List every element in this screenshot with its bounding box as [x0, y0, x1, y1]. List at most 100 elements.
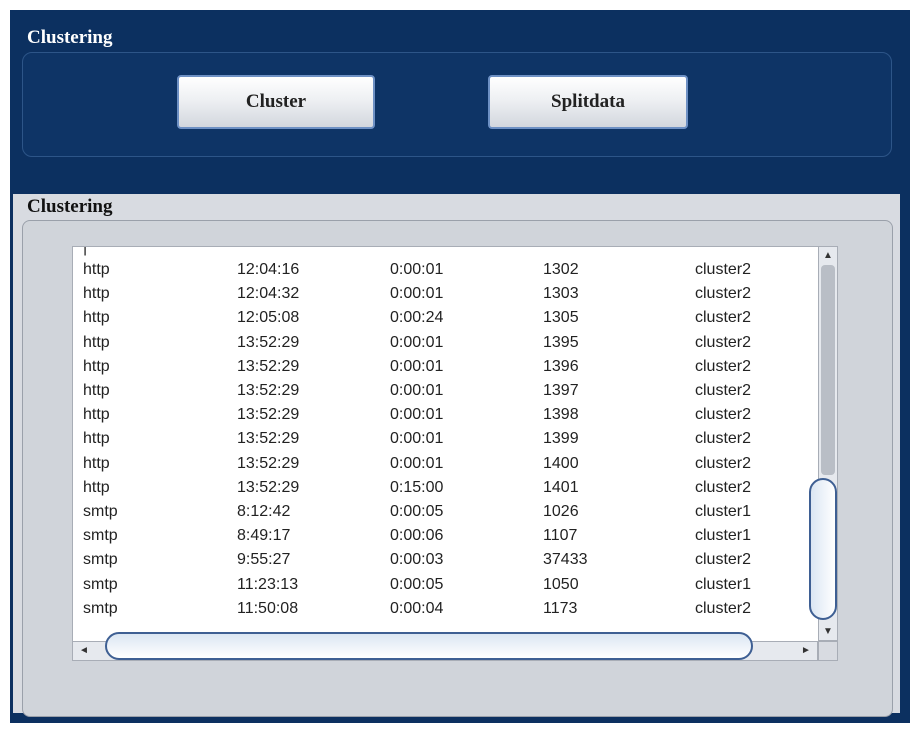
clustering-controls-panel: [22, 52, 892, 157]
cell-id: 1173: [543, 599, 578, 617]
vertical-scroll-thumb[interactable]: [809, 478, 837, 620]
table-row[interactable]: smtp 8:49:17 0:00:06 1107 cluster1: [73, 525, 819, 547]
cell-protocol: http: [83, 478, 110, 496]
cell-time: 13:52:29: [237, 478, 300, 496]
cell-duration: 0:00:04: [390, 599, 444, 617]
cell-duration: 0:00:01: [390, 333, 444, 351]
cell-id: 37433: [543, 551, 588, 569]
cell-protocol: http: [83, 382, 110, 399]
table-row[interactable]: http 13:52:29 0:00:01 1396 cluster2: [73, 356, 819, 378]
vertical-scroll-track[interactable]: [821, 265, 835, 475]
partially-hidden-row: |: [83, 246, 88, 256]
cell-id: 1026: [543, 503, 579, 520]
table-row[interactable]: http 13:52:29 0:00:01 1398 cluster2: [73, 404, 819, 426]
cell-protocol: http: [83, 285, 110, 303]
cell-protocol: http: [83, 430, 110, 448]
table-row[interactable]: smtp 9:55:27 0:00:03 37433 cluster2: [73, 549, 819, 571]
scroll-down-icon[interactable]: ▼: [823, 627, 833, 637]
cell-time: 13:52:29: [237, 382, 300, 399]
table-row[interactable]: http 12:04:32 0:00:01 1303 cluster2: [73, 283, 819, 305]
results-list[interactable]: | http 12:04:16 0:00:01 1302 cluster2 http 12:…: [72, 246, 820, 643]
vertical-scrollbar[interactable]: ▲ ▼: [809, 246, 838, 641]
scroll-right-icon[interactable]: ►: [801, 646, 811, 656]
cell-time: 13:52:29: [237, 357, 300, 375]
cell-time: 12:04:32: [237, 285, 300, 303]
horizontal-scroll-thumb[interactable]: [105, 632, 753, 660]
table-row[interactable]: http 12:04:16 0:00:01 1302 cluster2: [73, 259, 819, 281]
cell-cluster: cluster2: [695, 333, 752, 351]
cell-duration: 0:00:05: [390, 503, 444, 520]
cell-id: 1398: [543, 406, 579, 424]
cell-cluster: cluster2: [695, 599, 752, 617]
cell-protocol: smtp: [83, 551, 118, 569]
cell-cluster: cluster2: [695, 309, 752, 327]
cell-id: 1303: [543, 285, 579, 303]
cluster-button[interactable]: Cluster: [177, 75, 375, 129]
scrollbar-corner: [818, 641, 838, 661]
cell-id: 1107: [543, 527, 578, 545]
cell-duration: 0:00:01: [390, 430, 444, 448]
table-row[interactable]: smtp 8:12:42 0:00:05 1026 cluster1: [73, 501, 819, 523]
cell-duration: 0:00:01: [390, 406, 444, 424]
cell-cluster: cluster2: [695, 382, 752, 399]
cell-id: 1399: [543, 430, 579, 448]
table-row[interactable]: smtp 11:50:08 0:00:04 1173 cluster2: [73, 598, 819, 620]
cell-protocol: smtp: [83, 599, 118, 617]
cell-duration: 0:00:01: [390, 382, 444, 399]
cell-duration: 0:00:24: [390, 309, 444, 327]
cell-time: 8:12:42: [237, 503, 291, 520]
horizontal-scrollbar[interactable]: ◄ ►: [72, 632, 818, 661]
cell-cluster: cluster2: [695, 357, 752, 375]
splitdata-button[interactable]: Splitdata: [488, 75, 688, 129]
cell-time: 8:49:17: [237, 527, 291, 545]
cell-time: 13:52:29: [237, 406, 300, 424]
cell-protocol: http: [83, 333, 110, 351]
cell-duration: 0:00:03: [390, 551, 444, 569]
table-row[interactable]: http 13:52:29 0:00:01 1395 cluster2: [73, 332, 819, 354]
cell-time: 13:52:29: [237, 333, 300, 351]
cell-cluster: cluster2: [695, 430, 752, 448]
cell-duration: 0:00:01: [390, 357, 444, 375]
cell-time: 11:50:08: [237, 599, 299, 617]
cell-cluster: cluster2: [695, 261, 752, 278]
cell-id: 1400: [543, 454, 579, 472]
cell-time: 12:05:08: [237, 309, 300, 327]
cell-cluster: cluster2: [695, 551, 752, 569]
cell-time: 12:04:16: [237, 261, 300, 278]
scroll-up-icon[interactable]: ▲: [823, 251, 833, 261]
cell-protocol: http: [83, 454, 110, 472]
cell-time: 13:52:29: [237, 454, 300, 472]
cell-duration: 0:00:01: [390, 285, 444, 303]
cell-time: 13:52:29: [237, 430, 300, 448]
results-section-title: Clustering: [27, 196, 113, 217]
cell-cluster: cluster1: [695, 527, 752, 545]
cell-protocol: http: [83, 309, 110, 327]
cell-duration: 0:00:01: [390, 261, 444, 278]
cell-time: 9:55:27: [237, 551, 291, 569]
table-row[interactable]: http 13:52:29 0:00:01 1397 cluster2: [73, 380, 819, 402]
table-row[interactable]: http 13:52:29 0:00:01 1399 cluster2: [73, 428, 819, 450]
table-row[interactable]: http 13:52:29 0:00:01 1400 cluster2: [73, 453, 819, 475]
cell-id: 1305: [543, 309, 579, 327]
cell-cluster: cluster2: [695, 454, 752, 472]
cell-cluster: cluster2: [695, 406, 752, 424]
cell-cluster: cluster1: [695, 575, 752, 593]
cell-duration: 0:00:06: [390, 527, 444, 545]
cell-protocol: smtp: [83, 503, 118, 520]
cell-cluster: cluster1: [695, 503, 752, 520]
scroll-left-icon[interactable]: ◄: [79, 646, 89, 656]
table-row[interactable]: http 12:05:08 0:00:24 1305 cluster2: [73, 307, 819, 329]
cell-id: 1401: [543, 478, 579, 496]
cell-duration: 0:15:00: [390, 478, 444, 496]
cell-protocol: http: [83, 357, 110, 375]
table-row[interactable]: smtp 11:23:13 0:00:05 1050 cluster1: [73, 574, 819, 596]
table-row[interactable]: http 13:52:29 0:15:00 1401 cluster2: [73, 477, 819, 499]
cell-time: 11:23:13: [237, 575, 299, 593]
cell-protocol: smtp: [83, 527, 118, 545]
top-section-title: Clustering: [27, 27, 113, 48]
cell-id: 1050: [543, 575, 579, 593]
cell-id: 1302: [543, 261, 579, 278]
cell-protocol: smtp: [83, 575, 118, 593]
cell-id: 1396: [543, 357, 579, 375]
cell-duration: 0:00:01: [390, 454, 444, 472]
